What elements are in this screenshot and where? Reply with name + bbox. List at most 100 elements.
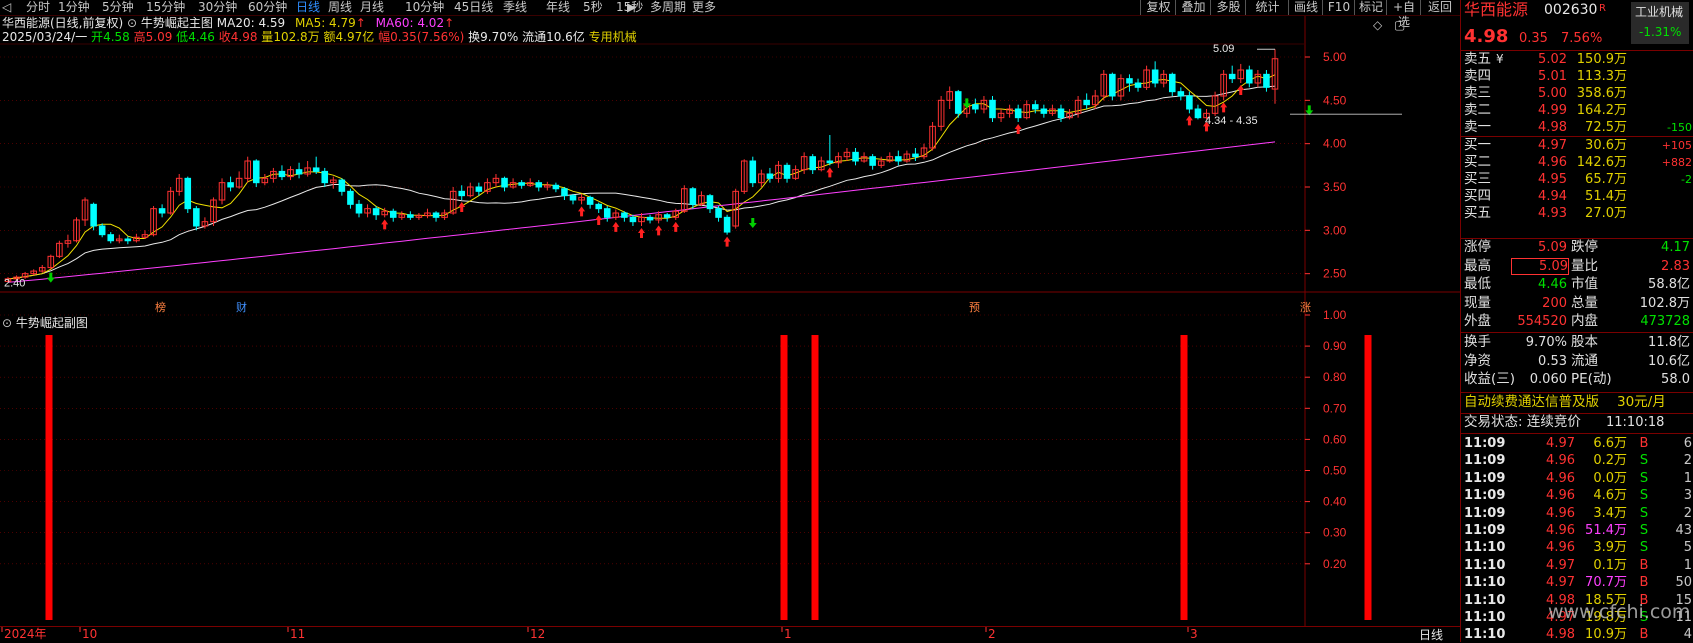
period-label[interactable]: 日线 <box>1419 628 1443 642</box>
candle-body <box>1194 108 1202 119</box>
stock-name: 华西能源 <box>1464 0 1529 19</box>
stat-value: 2.83 <box>1661 258 1690 274</box>
ma20-line <box>7 85 1276 280</box>
chart-area[interactable]: 5.00 4.50 4.00 3.50 3.00 2.50 1.00 0.90 0.80 0.70… <box>0 0 1460 642</box>
candle-body <box>124 238 132 242</box>
candle-body <box>766 173 774 179</box>
tick-time: 11:09 <box>1464 470 1506 486</box>
price-change: 0.35 <box>1519 31 1548 46</box>
candle-body <box>723 216 731 233</box>
tick-volume: 4.6万 <box>1593 488 1627 504</box>
stat-value: 473728 <box>1640 314 1690 329</box>
tick-price: 4.96 <box>1546 505 1575 521</box>
sell-level-price[interactable]: 5.01 <box>1511 68 1567 85</box>
stat-label: 收益(三) <box>1464 371 1516 387</box>
promo-price[interactable]: 30元/月 <box>1617 394 1666 411</box>
sell-level-price[interactable]: 5.00 <box>1511 85 1567 102</box>
candle-body <box>783 164 791 179</box>
tick-price: 4.97 <box>1546 557 1575 573</box>
yen-icon: ¥ <box>1496 52 1504 66</box>
sell-level-label: 卖四 <box>1464 68 1491 84</box>
candle-body <box>629 216 637 223</box>
tick-direction: S <box>1639 505 1649 521</box>
stat-value: 0.53 <box>1538 353 1567 369</box>
candle-body <box>989 99 996 119</box>
candle-body <box>1263 73 1270 88</box>
stat-value: 9.70% <box>1525 335 1567 350</box>
tick-volume: 51.4万 <box>1585 523 1627 538</box>
tick-volume: 0.2万 <box>1593 453 1627 469</box>
stat-label: 现量 <box>1464 294 1491 311</box>
buy-level-price[interactable]: 4.95 <box>1511 171 1567 188</box>
buy-level-price[interactable]: 4.96 <box>1511 154 1567 171</box>
sub-y-tick-label: 0.70 <box>1323 401 1347 415</box>
signal-up-arrow-icon <box>458 202 466 212</box>
x-axis-bar <box>0 626 1460 643</box>
candle-body <box>603 208 611 218</box>
candle-body <box>372 208 380 216</box>
buy-level-price[interactable]: 4.94 <box>1511 188 1567 205</box>
tick-direction: S <box>1639 488 1649 504</box>
buy-level-price[interactable]: 4.97 <box>1511 137 1567 154</box>
signal-up-arrow-icon <box>655 225 663 236</box>
signal-up-arrow-icon <box>1237 85 1245 95</box>
signal-up-arrow-icon <box>595 215 603 225</box>
industry-box[interactable]: 工业机械 -1.31% <box>1631 2 1689 44</box>
sell-level-price[interactable]: 4.99 <box>1511 102 1567 119</box>
stat-label: 净资 <box>1464 352 1491 369</box>
candle-body <box>1014 108 1022 119</box>
candle-body <box>809 156 816 171</box>
tick-time: 11:10 <box>1464 575 1506 591</box>
quote-panel: 华西能源 002630 R 工业机械 -1.31% 4.98 0.35 7.56… <box>1460 0 1693 642</box>
candle-body <box>569 195 577 201</box>
candle-body <box>432 212 440 218</box>
candle-body <box>586 196 594 205</box>
event-tag: 榜 <box>155 300 166 314</box>
stat-value: 58.8亿 <box>1648 277 1690 292</box>
buy-level-label: 买二 <box>1464 154 1491 170</box>
event-tag: 财 <box>236 300 247 314</box>
candle-body <box>852 151 859 162</box>
tick-price: 4.96 <box>1546 540 1575 556</box>
buy-level-delta: +882 <box>1661 156 1692 169</box>
promo-text[interactable]: 自动续费通达信普及版 <box>1464 394 1599 411</box>
tick-direction: S <box>1639 470 1649 486</box>
buy-level-label: 买一 <box>1464 137 1491 153</box>
candle-body <box>1134 82 1142 88</box>
sub-y-tick-label: 0.80 <box>1323 370 1347 384</box>
signal-bar <box>811 335 819 620</box>
price-change-pct: 7.56% <box>1561 31 1603 46</box>
tick-price: 4.96 <box>1546 488 1575 504</box>
sell-level-price[interactable]: 4.98 <box>1511 119 1567 136</box>
signal-bar <box>1180 335 1188 620</box>
tick-time: 11:09 <box>1464 505 1506 521</box>
candle-body <box>338 179 346 192</box>
max-price-label: 5.09 <box>1213 43 1234 55</box>
stat-value: 0.060 <box>1529 372 1567 387</box>
sub-y-tick-label: 0.20 <box>1323 557 1347 571</box>
tick-count: 5 <box>1683 540 1692 556</box>
signal-up-arrow-icon <box>723 236 731 247</box>
candle-body <box>407 214 414 218</box>
candle-body <box>749 160 757 184</box>
candle-body <box>1228 73 1236 80</box>
tick-direction: S <box>1639 540 1649 556</box>
tick-count: 3 <box>1683 488 1692 504</box>
tick-direction: S <box>1639 523 1649 538</box>
sell-level-volume: 150.9万 <box>1576 52 1627 67</box>
tick-count: 2 <box>1683 505 1692 521</box>
tick-count: 1 <box>1683 470 1692 486</box>
sub-y-tick-label: 0.90 <box>1323 339 1347 353</box>
sub-indicator-name[interactable]: 牛势崛起副图 <box>16 316 88 330</box>
stat-label: 外盘 <box>1464 313 1491 329</box>
stat-value: 58.0 <box>1661 372 1690 387</box>
stat-label: 跌停 <box>1571 239 1598 255</box>
industry-name: 工业机械 <box>1635 5 1684 19</box>
tick-time: 11:10 <box>1464 540 1506 556</box>
sell-level-price[interactable]: 5.02 <box>1511 51 1567 68</box>
buy-level-price[interactable]: 4.93 <box>1511 205 1567 222</box>
stat-value: 5.09 <box>1511 257 1569 275</box>
tick-price: 4.97 <box>1546 436 1575 451</box>
sub-indicator-dropdown-icon[interactable]: ⊙ <box>2 316 12 330</box>
r-tag: R <box>1599 3 1606 14</box>
